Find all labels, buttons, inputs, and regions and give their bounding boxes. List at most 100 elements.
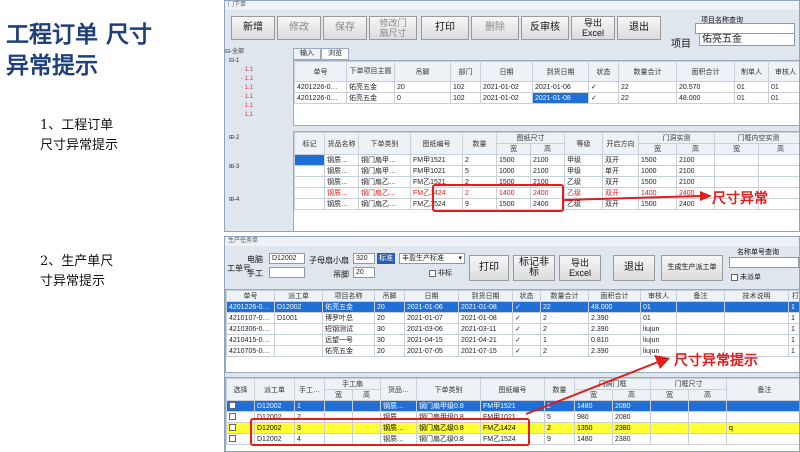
export-excel-button[interactable]: 导出 Excel [571,16,615,40]
select-checkbox-cell[interactable] [226,400,255,412]
column-header[interactable]: 宽 [714,143,759,155]
column-header[interactable]: 宽 [638,143,677,155]
column-header[interactable]: 备注 [726,378,799,401]
tree-item[interactable]: · 1.1 [225,66,291,75]
column-header[interactable]: 吊脚 [394,61,451,82]
column-header[interactable]: 开启方向 [602,132,639,155]
checkbox-icon[interactable] [229,413,236,421]
column-header[interactable]: 单号 [294,61,347,82]
save-button[interactable]: 保存 [323,16,367,40]
column-header[interactable]: 面积合计 [676,61,735,82]
tree-item[interactable]: ⊞-3 [225,163,291,172]
tab-browse[interactable]: 浏览 [321,48,349,60]
checkbox-icon[interactable] [229,402,236,410]
column-header[interactable]: 到货日期 [458,290,513,302]
tree-item[interactable]: · 1.1 [225,75,291,84]
column-header[interactable]: 项目名称 [322,290,375,302]
column-header[interactable]: 日期 [480,61,533,82]
computer-no-input[interactable]: D12002 [269,253,305,264]
project-input[interactable]: 佑亮五金 [699,33,795,46]
column-header[interactable]: 审核人 [768,61,799,82]
column-header[interactable]: 门框内空实测 [714,132,799,144]
column-header[interactable]: 高 [688,389,727,401]
exit-button[interactable]: 退出 [613,255,655,281]
column-header[interactable]: 选择 [226,378,255,401]
column-header[interactable]: 图纸尺寸 [496,132,565,144]
column-header[interactable]: 数量合计 [618,61,677,82]
column-header[interactable]: 派工单 [254,378,295,401]
table-row[interactable]: 4210415-0… 远望一号 30 2021-04-15 2021-04-21 ✓ 1 0.… [226,334,799,346]
tab-input[interactable]: 输入 [293,48,321,60]
column-header[interactable]: 货品名称 [324,132,359,155]
column-header[interactable]: 数量合计 [540,290,589,302]
standard-select[interactable]: 丰盈生产标准 ▾ [399,253,465,264]
column-header[interactable]: 标记 [294,132,325,155]
column-header[interactable]: 高 [530,143,565,155]
selected-row[interactable]: 4201226-0… D12002 佑亮五金 20 2021-01-06 2021-01-… [226,301,799,313]
tree-item[interactable]: · 1.1 [225,111,291,120]
column-header[interactable]: 宽 [496,143,531,155]
column-header[interactable]: 审核人 [640,290,677,302]
tree-item[interactable]: ⊞-4 [225,196,291,205]
tree-item[interactable]: · 1.1 [225,102,291,111]
column-header[interactable]: 数量 [462,132,497,155]
column-header[interactable]: 下单项目主题 [346,61,395,82]
column-header[interactable]: 打 [788,290,799,302]
column-header[interactable]: 图纸编号 [410,132,463,155]
edit-door-size-button[interactable]: 修改门 扇尺寸 [369,16,417,40]
column-header[interactable]: 状态 [588,61,619,82]
checkbox-icon[interactable] [229,435,236,443]
table-row[interactable]: 4210107-0… D1001 博罗叶总 20 2021-01-07 2021-01-0… [226,312,799,324]
new-button[interactable]: 新增 [231,16,275,40]
column-header[interactable]: 日期 [404,290,459,302]
column-header[interactable]: 高 [676,143,715,155]
table-row[interactable]: 钢质… 钢门扇甲… FM甲1021 5 1000 2100 甲级 单开 1000 2100 [294,165,799,177]
column-header[interactable]: 手工扇 [324,378,381,390]
search-input[interactable] [729,257,799,268]
column-header[interactable]: 货品… [380,378,417,401]
column-header[interactable]: 技术说明 [724,290,789,302]
column-header[interactable]: 部门 [450,61,481,82]
tree-item[interactable]: ⊟-1 [225,57,291,66]
column-header[interactable]: 制单人 [734,61,769,82]
column-header[interactable]: 高 [352,389,381,401]
tree-item[interactable]: · 1.1 [225,84,291,93]
print-button[interactable]: 打印 [469,255,509,281]
column-header[interactable]: 状态 [512,290,541,302]
manual-no-input[interactable] [269,267,305,278]
nonstandard-checkbox[interactable]: 非标 [429,268,452,278]
column-header[interactable]: 到货日期 [532,61,589,82]
column-header[interactable]: 门洞实测 [638,132,715,144]
column-header[interactable]: 单号 [226,290,275,302]
tree-item[interactable]: · 1.1 [225,93,291,102]
print-button[interactable]: 打印 [421,16,469,40]
checkbox-icon[interactable] [229,424,236,432]
delete-button[interactable]: 删除 [471,16,519,40]
column-header[interactable]: 备注 [676,290,725,302]
export-excel-button[interactable]: 导出 Excel [559,255,601,281]
column-header[interactable]: 吊脚 [374,290,405,302]
tree-item[interactable]: ⊞-2 [225,134,291,143]
child-leaf-input[interactable]: 320 [353,253,375,264]
unaudit-button[interactable]: 反审核 [521,16,569,40]
column-header[interactable]: 手工… [294,378,325,401]
column-header[interactable]: 等级 [564,132,603,155]
exit-button[interactable]: 退出 [617,16,661,40]
selected-row[interactable]: D120021钢质…钢门扇甲级0.8FM甲1521214802080 [226,400,799,412]
column-header[interactable]: 派工单 [274,290,323,302]
column-header[interactable]: 高 [758,143,799,155]
tree-root[interactable]: ⊟-全部 [225,48,291,57]
table-row[interactable]: 4201226-0… 佑亮五金 0 102 2021-01-02 2021-01-08 ✓ 2… [294,92,799,104]
table-row[interactable]: 钢质… 钢门扇甲… FM甲1521 2 1500 2100 甲级 双开 1500 2100 [294,154,799,166]
unlisted-checkbox[interactable]: 未派单 [731,272,761,282]
mark-nonstandard-button[interactable]: 标记非 标 [513,255,555,281]
edit-button[interactable]: 修改 [277,16,321,40]
column-header[interactable]: 下单类别 [358,132,411,155]
hanging-input[interactable]: 20 [353,267,375,278]
column-header[interactable]: 宽 [324,389,353,401]
generate-work-order-button[interactable]: 生成生产派工单 [661,255,723,281]
table-row[interactable]: 4210306-0… 短钢测试 30 2021-03-06 2021-03-11 ✓ 2 2.… [226,323,799,335]
column-header[interactable]: 下单类别 [416,378,481,401]
column-header[interactable]: 面积合计 [588,290,641,302]
table-row[interactable]: 4201226-0… 佑亮五金 20 102 2021-01-02 2021-01-06 ✓… [294,81,799,93]
